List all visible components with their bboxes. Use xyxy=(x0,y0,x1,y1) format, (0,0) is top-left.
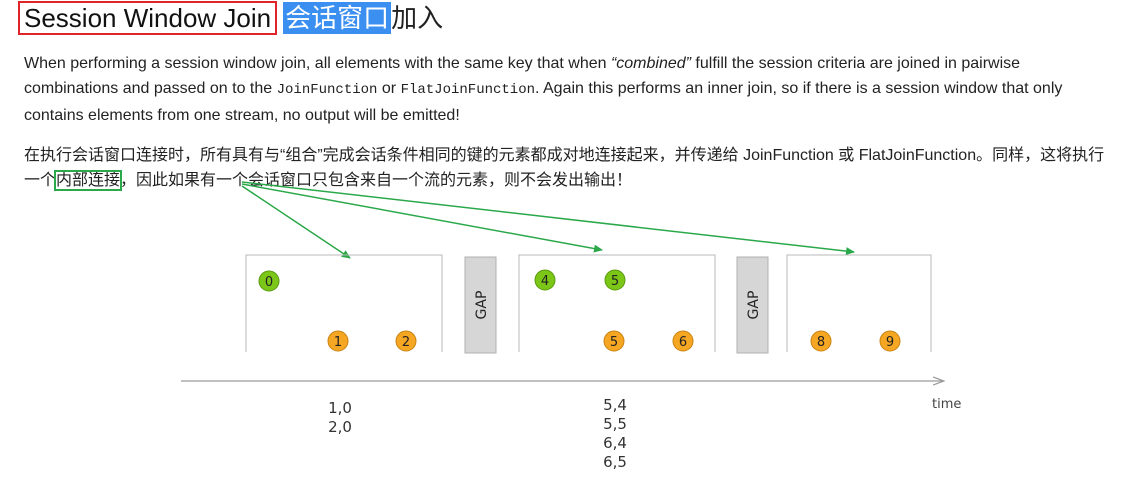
element-label: 6 xyxy=(679,335,687,350)
page-heading: Session Window Join 会话窗口 加入 xyxy=(18,0,443,36)
element-label: 5 xyxy=(611,274,619,289)
orange-element xyxy=(879,330,901,352)
window-1-output: 1,0 2,0 xyxy=(328,399,352,436)
orange-element xyxy=(327,330,349,352)
heading-selected-text[interactable]: 会话窗口 xyxy=(283,2,392,34)
gap-block-2 xyxy=(736,256,769,354)
element-label: 0 xyxy=(265,275,273,290)
gap-block-1 xyxy=(464,256,497,354)
gap-label-1: GAP xyxy=(474,291,490,320)
element-label: 2 xyxy=(402,335,410,350)
window-2-elements: 4 5 5 6 xyxy=(534,269,694,352)
para-en-emphasis: “combined” xyxy=(610,55,691,72)
session-window-2 xyxy=(518,254,716,352)
code-flat-join-function: FlatJoinFunction xyxy=(400,82,535,98)
para-zh-text-2: ，因此如果有一个会话窗口只包含来自一个流的元素，则不会发出输出！ xyxy=(120,172,633,189)
time-axis-label: time xyxy=(932,397,961,412)
annotation-arrows xyxy=(241,181,855,259)
window-2-output: 5,4 5,5 6,4 6,5 xyxy=(603,396,627,471)
window-3-elements: 8 9 xyxy=(810,330,901,352)
paragraph-english: When performing a session window join, a… xyxy=(24,51,1114,128)
green-element xyxy=(534,269,556,291)
session-window-3 xyxy=(786,254,932,352)
heading-chinese-rest: 加入 xyxy=(391,3,444,33)
element-label: 8 xyxy=(817,335,825,350)
heading-english: Session Window Join xyxy=(18,1,278,35)
gap-label-2: GAP xyxy=(746,291,762,320)
paragraph-chinese: 在执行会话窗口连接时，所有具有与“组合”完成会话条件相同的键的元素都成对地连接起… xyxy=(24,143,1114,193)
output-pair: 6,5 xyxy=(603,453,627,471)
element-label: 9 xyxy=(886,335,894,350)
annotation-arrow-window-2 xyxy=(241,183,603,253)
output-pair: 2,0 xyxy=(328,418,352,436)
output-pair: 5,5 xyxy=(603,415,627,433)
output-pair: 1,0 xyxy=(328,399,352,417)
green-element xyxy=(258,270,280,292)
element-label: 4 xyxy=(541,274,549,289)
output-pair: 6,4 xyxy=(603,434,627,452)
inner-join-highlight: 内部连接 xyxy=(54,170,123,191)
orange-element xyxy=(810,330,832,352)
orange-element xyxy=(395,330,417,352)
element-label: 1 xyxy=(334,335,342,350)
output-pair: 5,4 xyxy=(603,396,627,414)
session-window-1 xyxy=(245,254,443,352)
green-element xyxy=(604,269,626,291)
window-1-elements: 0 1 2 xyxy=(258,270,417,352)
orange-element xyxy=(603,330,625,352)
para-en-text-1: When performing a session window join, a… xyxy=(24,55,611,72)
annotation-arrow-window-1 xyxy=(241,185,351,259)
code-join-function: JoinFunction xyxy=(276,82,378,98)
element-label: 5 xyxy=(610,335,618,350)
orange-element xyxy=(672,330,694,352)
para-en-text-3: or xyxy=(377,80,401,97)
